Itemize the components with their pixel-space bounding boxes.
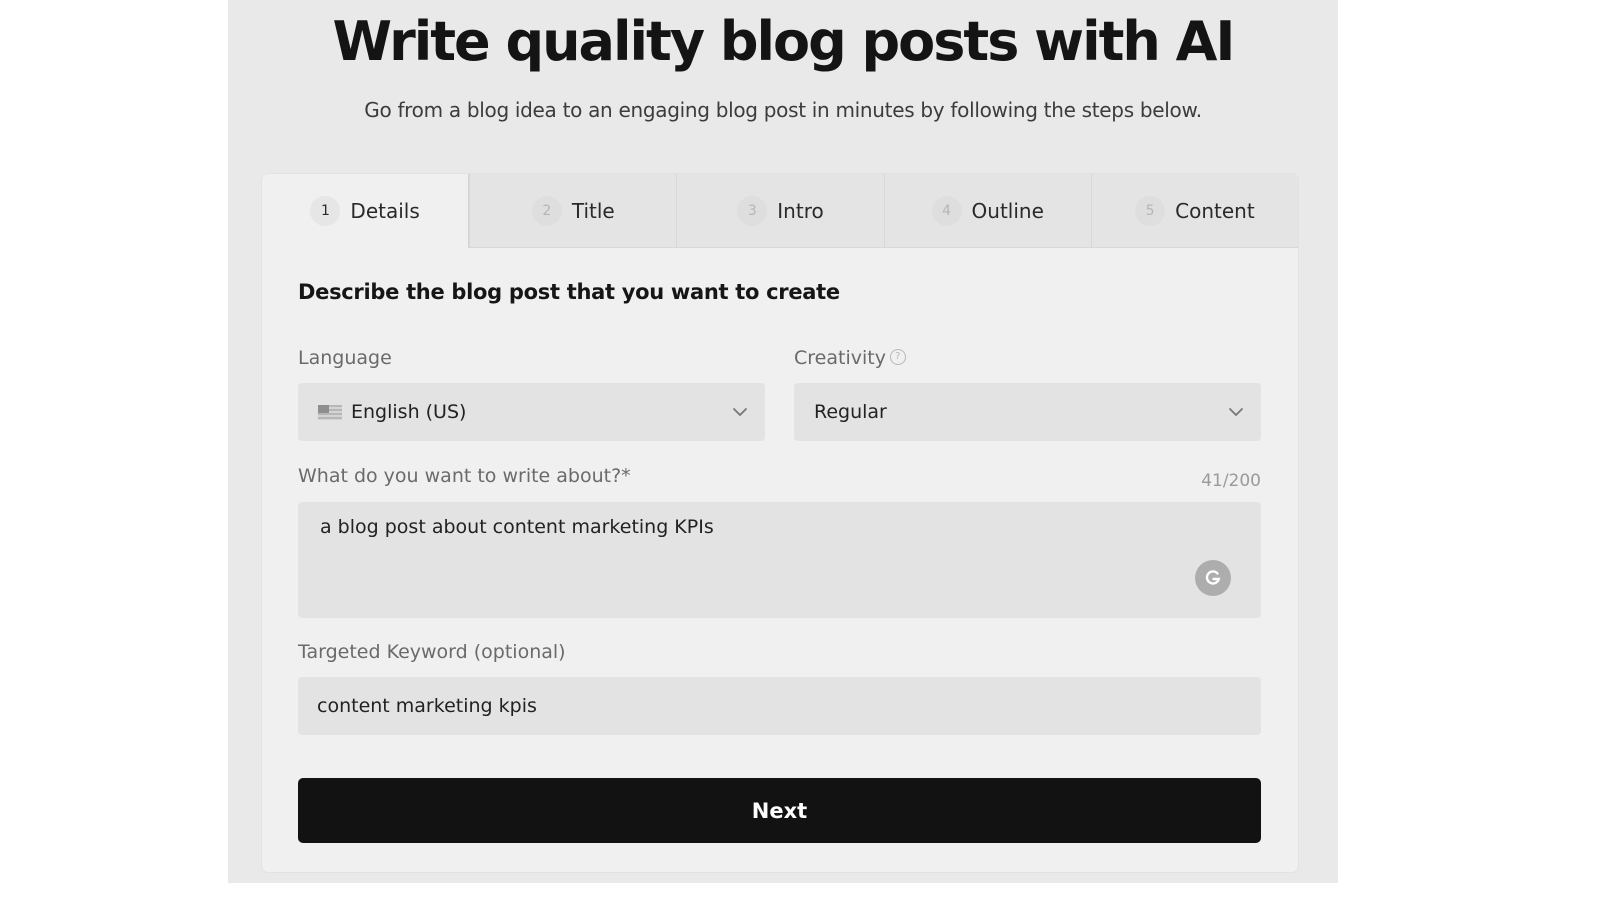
us-flag-icon — [318, 404, 342, 420]
chevron-down-icon — [733, 408, 747, 416]
keyword-label: Targeted Keyword (optional) — [298, 641, 566, 663]
creativity-select[interactable]: Regular — [794, 383, 1261, 441]
creativity-label-group: Creativity? — [794, 347, 906, 369]
tab-details[interactable]: 1 Details — [262, 174, 470, 248]
page-subtitle: Go from a blog idea to an engaging blog … — [364, 98, 1202, 122]
tab-content[interactable]: 5 Content — [1090, 174, 1298, 248]
help-circle-icon[interactable]: ? — [889, 348, 906, 365]
character-counter: 41/200 — [1201, 471, 1261, 491]
tab-label: Title — [571, 198, 615, 223]
tab-intro[interactable]: 3 Intro — [676, 174, 884, 248]
tab-label: Intro — [777, 198, 824, 223]
grammarly-icon[interactable] — [1195, 560, 1231, 596]
chevron-down-icon — [1229, 408, 1243, 416]
step-number-badge: 3 — [737, 195, 768, 226]
main-panel: Write quality blog posts with AI Go from… — [228, 0, 1338, 883]
tab-title[interactable]: 2 Title — [469, 174, 677, 248]
step-number-badge: 5 — [1135, 195, 1166, 226]
topic-value: a blog post about content marketing KPIs — [320, 516, 714, 538]
keyword-input[interactable]: content marketing kpis — [298, 677, 1261, 735]
creativity-value: Regular — [814, 401, 887, 423]
language-value: English (US) — [351, 401, 467, 423]
page-title: Write quality blog posts with AI — [332, 10, 1235, 73]
step-number-badge: 1 — [310, 196, 341, 226]
form-heading: Describe the blog post that you want to … — [298, 280, 840, 304]
step-number-badge: 4 — [931, 195, 962, 226]
tab-outline[interactable]: 4 Outline — [883, 174, 1091, 248]
keyword-value: content marketing kpis — [317, 695, 537, 717]
wizard-card: 1 Details 2 Title 3 Intro 4 Outline 5 Co… — [262, 174, 1298, 872]
grammarly-g-glyph — [1205, 570, 1221, 585]
step-number-badge: 2 — [531, 195, 562, 226]
tab-label: Details — [350, 199, 420, 223]
topic-label: What do you want to write about?* — [298, 465, 631, 487]
next-button[interactable]: Next — [298, 778, 1261, 843]
step-tabs: 1 Details 2 Title 3 Intro 4 Outline 5 Co… — [262, 174, 1298, 248]
language-select[interactable]: English (US) — [298, 383, 765, 441]
creativity-label: Creativity — [794, 347, 886, 369]
topic-textarea[interactable]: a blog post about content marketing KPIs — [298, 502, 1261, 618]
tab-label: Outline — [971, 198, 1044, 223]
language-label: Language — [298, 347, 392, 369]
tab-label: Content — [1175, 198, 1255, 223]
